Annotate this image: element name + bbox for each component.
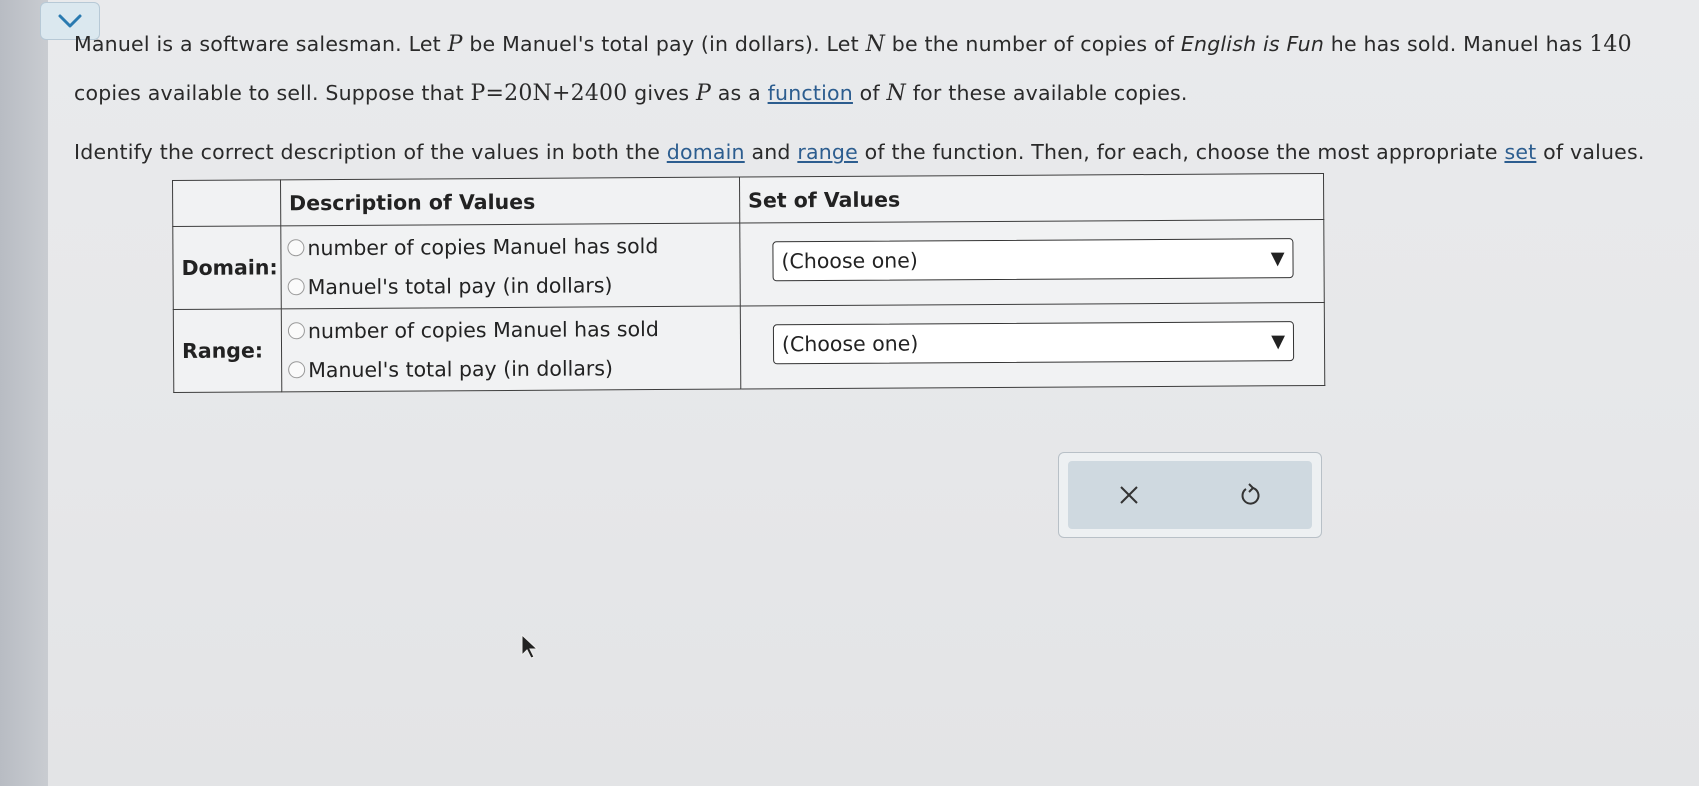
radio-button[interactable] xyxy=(287,278,305,296)
dropdown-arrow-icon: ▼ xyxy=(1271,330,1286,352)
dropdown-arrow-icon: ▼ xyxy=(1270,247,1285,269)
radio-button[interactable] xyxy=(287,239,305,257)
radio-button[interactable] xyxy=(288,361,306,379)
range-set-cell: (Choose one) ▼ xyxy=(740,302,1325,390)
domain-set-cell: (Choose one) ▼ xyxy=(739,219,1325,307)
table-header-row: Description of Values Set of Values xyxy=(172,173,1324,227)
action-panel-inner xyxy=(1068,461,1312,529)
undo-button[interactable] xyxy=(1231,475,1271,515)
radio-button[interactable] xyxy=(287,322,305,340)
equation: P=20N+2400 xyxy=(470,81,628,106)
action-panel xyxy=(1058,452,1322,538)
domain-option-copies[interactable]: number of copies Manuel has sold xyxy=(287,226,733,268)
mouse-cursor-icon xyxy=(521,634,539,659)
range-option-copies[interactable]: number of copies Manuel has sold xyxy=(287,309,734,351)
header-set: Set of Values xyxy=(739,173,1324,224)
range-set-select[interactable]: (Choose one) ▼ xyxy=(772,321,1295,365)
close-icon xyxy=(1120,486,1138,504)
domain-set-select[interactable]: (Choose one) ▼ xyxy=(772,238,1294,282)
domain-row: Domain: number of copies Manuel has sold… xyxy=(172,219,1325,310)
link-function[interactable]: function xyxy=(768,81,853,105)
instruction-text: Identify the correct description of the … xyxy=(74,140,1645,164)
undo-icon xyxy=(1241,483,1260,505)
answer-table: Description of Values Set of Values Doma… xyxy=(172,172,1326,393)
question-prompt: Manuel is a software salesman. Let P be … xyxy=(74,20,1694,176)
link-domain[interactable]: domain xyxy=(667,140,745,164)
range-option-pay[interactable]: Manuel's total pay (in dollars) xyxy=(288,348,734,390)
header-description: Description of Values xyxy=(280,177,740,226)
domain-options: number of copies Manuel has sold Manuel'… xyxy=(280,223,741,309)
link-set[interactable]: set xyxy=(1504,140,1536,164)
header-empty xyxy=(172,179,281,227)
left-edge xyxy=(0,0,48,786)
domain-option-pay[interactable]: Manuel's total pay (in dollars) xyxy=(287,265,734,307)
clear-button[interactable] xyxy=(1109,475,1149,515)
range-options: number of copies Manuel has sold Manuel'… xyxy=(281,306,741,392)
book-title: English is Fun xyxy=(1180,32,1325,56)
problem-statement: Manuel is a software salesman. Let P be … xyxy=(74,32,1632,106)
range-label: Range: xyxy=(173,308,282,393)
link-range[interactable]: range xyxy=(797,140,858,164)
range-row: Range: number of copies Manuel has sold … xyxy=(173,302,1325,393)
domain-label: Domain: xyxy=(172,225,282,310)
